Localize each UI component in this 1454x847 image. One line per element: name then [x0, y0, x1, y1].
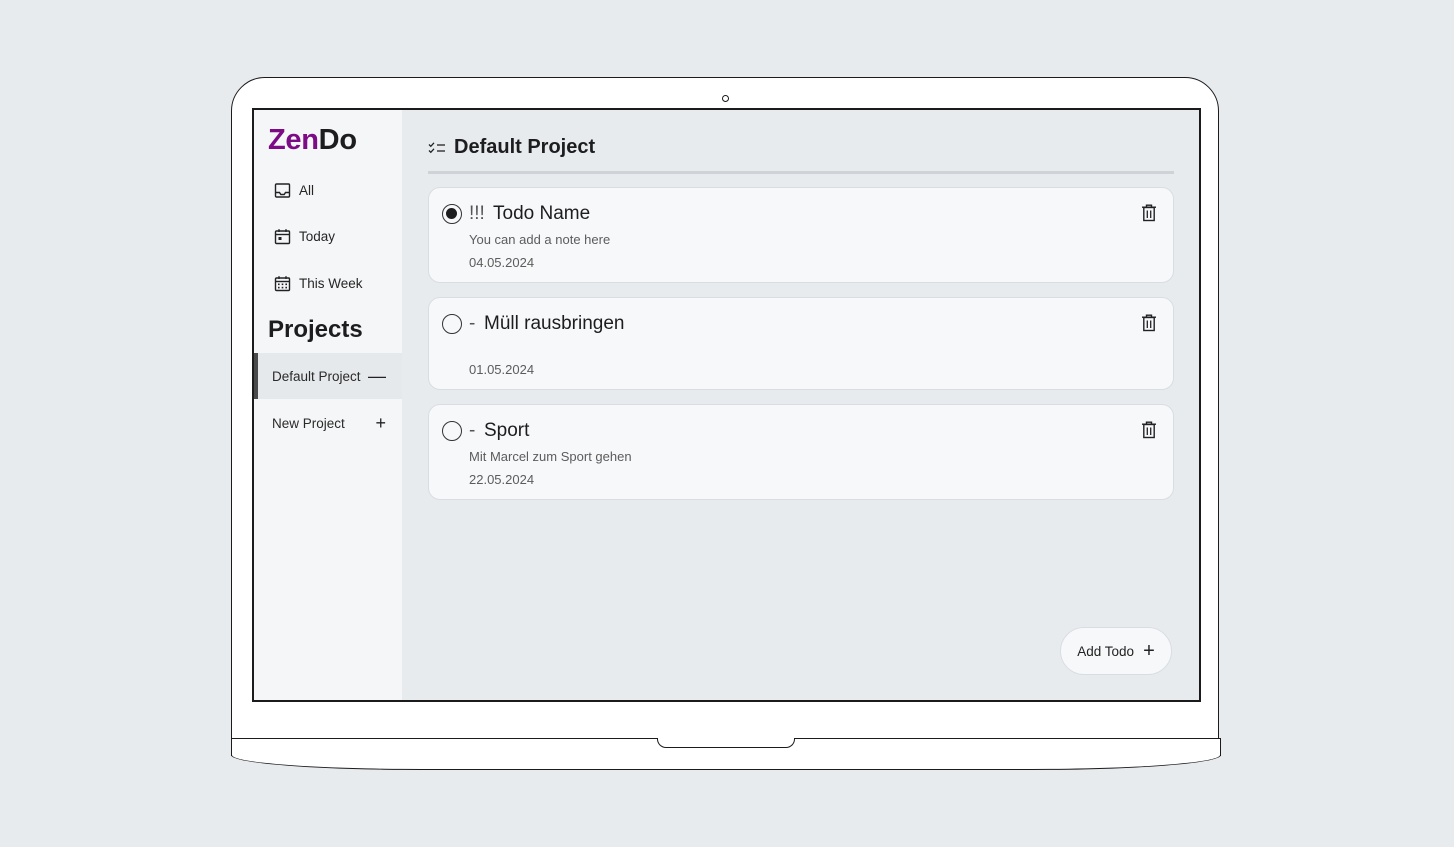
- inbox-icon: [274, 182, 291, 198]
- todo-complete-radio[interactable]: [442, 204, 462, 224]
- plus-icon: +: [1143, 640, 1155, 662]
- laptop-notch: [657, 738, 795, 748]
- logo-zen: Zen: [268, 124, 319, 156]
- add-todo-label: Add Todo: [1077, 643, 1135, 659]
- camera-icon: [722, 95, 729, 102]
- project-item-default[interactable]: Default Project —: [254, 353, 402, 399]
- todo-note: Mit Marcel zum Sport gehen: [469, 449, 632, 464]
- todo-name: Todo Name: [493, 203, 591, 224]
- page-title: Default Project: [454, 136, 596, 158]
- nav-label-all: All: [299, 182, 315, 198]
- todo-card[interactable]: - Sport Mit Marcel zum Sport gehen 22.05…: [428, 404, 1174, 500]
- add-project-icon[interactable]: +: [375, 414, 386, 432]
- todo-date: 01.05.2024: [469, 362, 535, 377]
- nav-label-this-week: This Week: [299, 275, 363, 291]
- laptop-bottom: [231, 755, 1221, 770]
- todo-note: You can add a note here: [469, 232, 611, 247]
- project-label-new: New Project: [272, 415, 345, 431]
- todo-card[interactable]: !!! Todo Name You can add a note here 04…: [428, 187, 1174, 283]
- checklist-icon: [428, 141, 445, 153]
- project-label-default: Default Project: [272, 368, 361, 384]
- app-screen: ZenDo All Today This Week Projects Defau…: [252, 108, 1201, 702]
- page-title-row: Default Project: [428, 136, 595, 159]
- todo-date: 04.05.2024: [469, 255, 535, 270]
- calendar-day-icon: [274, 228, 291, 244]
- todo-card[interactable]: - Müll rausbringen 01.05.2024: [428, 297, 1174, 390]
- todo-priority: -: [469, 313, 476, 334]
- todo-priority: -: [469, 420, 476, 441]
- app-logo: ZenDo: [268, 124, 357, 157]
- todo-name: Sport: [484, 420, 530, 441]
- remove-project-icon[interactable]: —: [368, 367, 386, 385]
- title-divider: [428, 171, 1174, 174]
- todo-complete-radio[interactable]: [442, 314, 462, 334]
- project-item-new[interactable]: New Project +: [254, 400, 402, 446]
- add-todo-button[interactable]: Add Todo +: [1060, 627, 1172, 675]
- nav-label-today: Today: [299, 228, 336, 244]
- nav-item-this-week[interactable]: This Week: [274, 270, 363, 296]
- trash-icon[interactable]: [1141, 204, 1157, 222]
- projects-heading: Projects: [268, 316, 363, 343]
- nav-item-today[interactable]: Today: [274, 223, 335, 249]
- todo-priority: !!!: [469, 203, 485, 224]
- calendar-week-icon: [274, 275, 291, 291]
- todo-name: Müll rausbringen: [484, 313, 625, 334]
- main-content: Default Project !!! Todo Name You can ad…: [402, 110, 1199, 700]
- trash-icon[interactable]: [1141, 314, 1157, 332]
- sidebar: ZenDo All Today This Week Projects Defau…: [254, 110, 402, 700]
- trash-icon[interactable]: [1141, 421, 1157, 439]
- todo-complete-radio[interactable]: [442, 421, 462, 441]
- nav-item-all[interactable]: All: [274, 177, 314, 203]
- logo-do: Do: [318, 124, 357, 156]
- todo-date: 22.05.2024: [469, 472, 535, 487]
